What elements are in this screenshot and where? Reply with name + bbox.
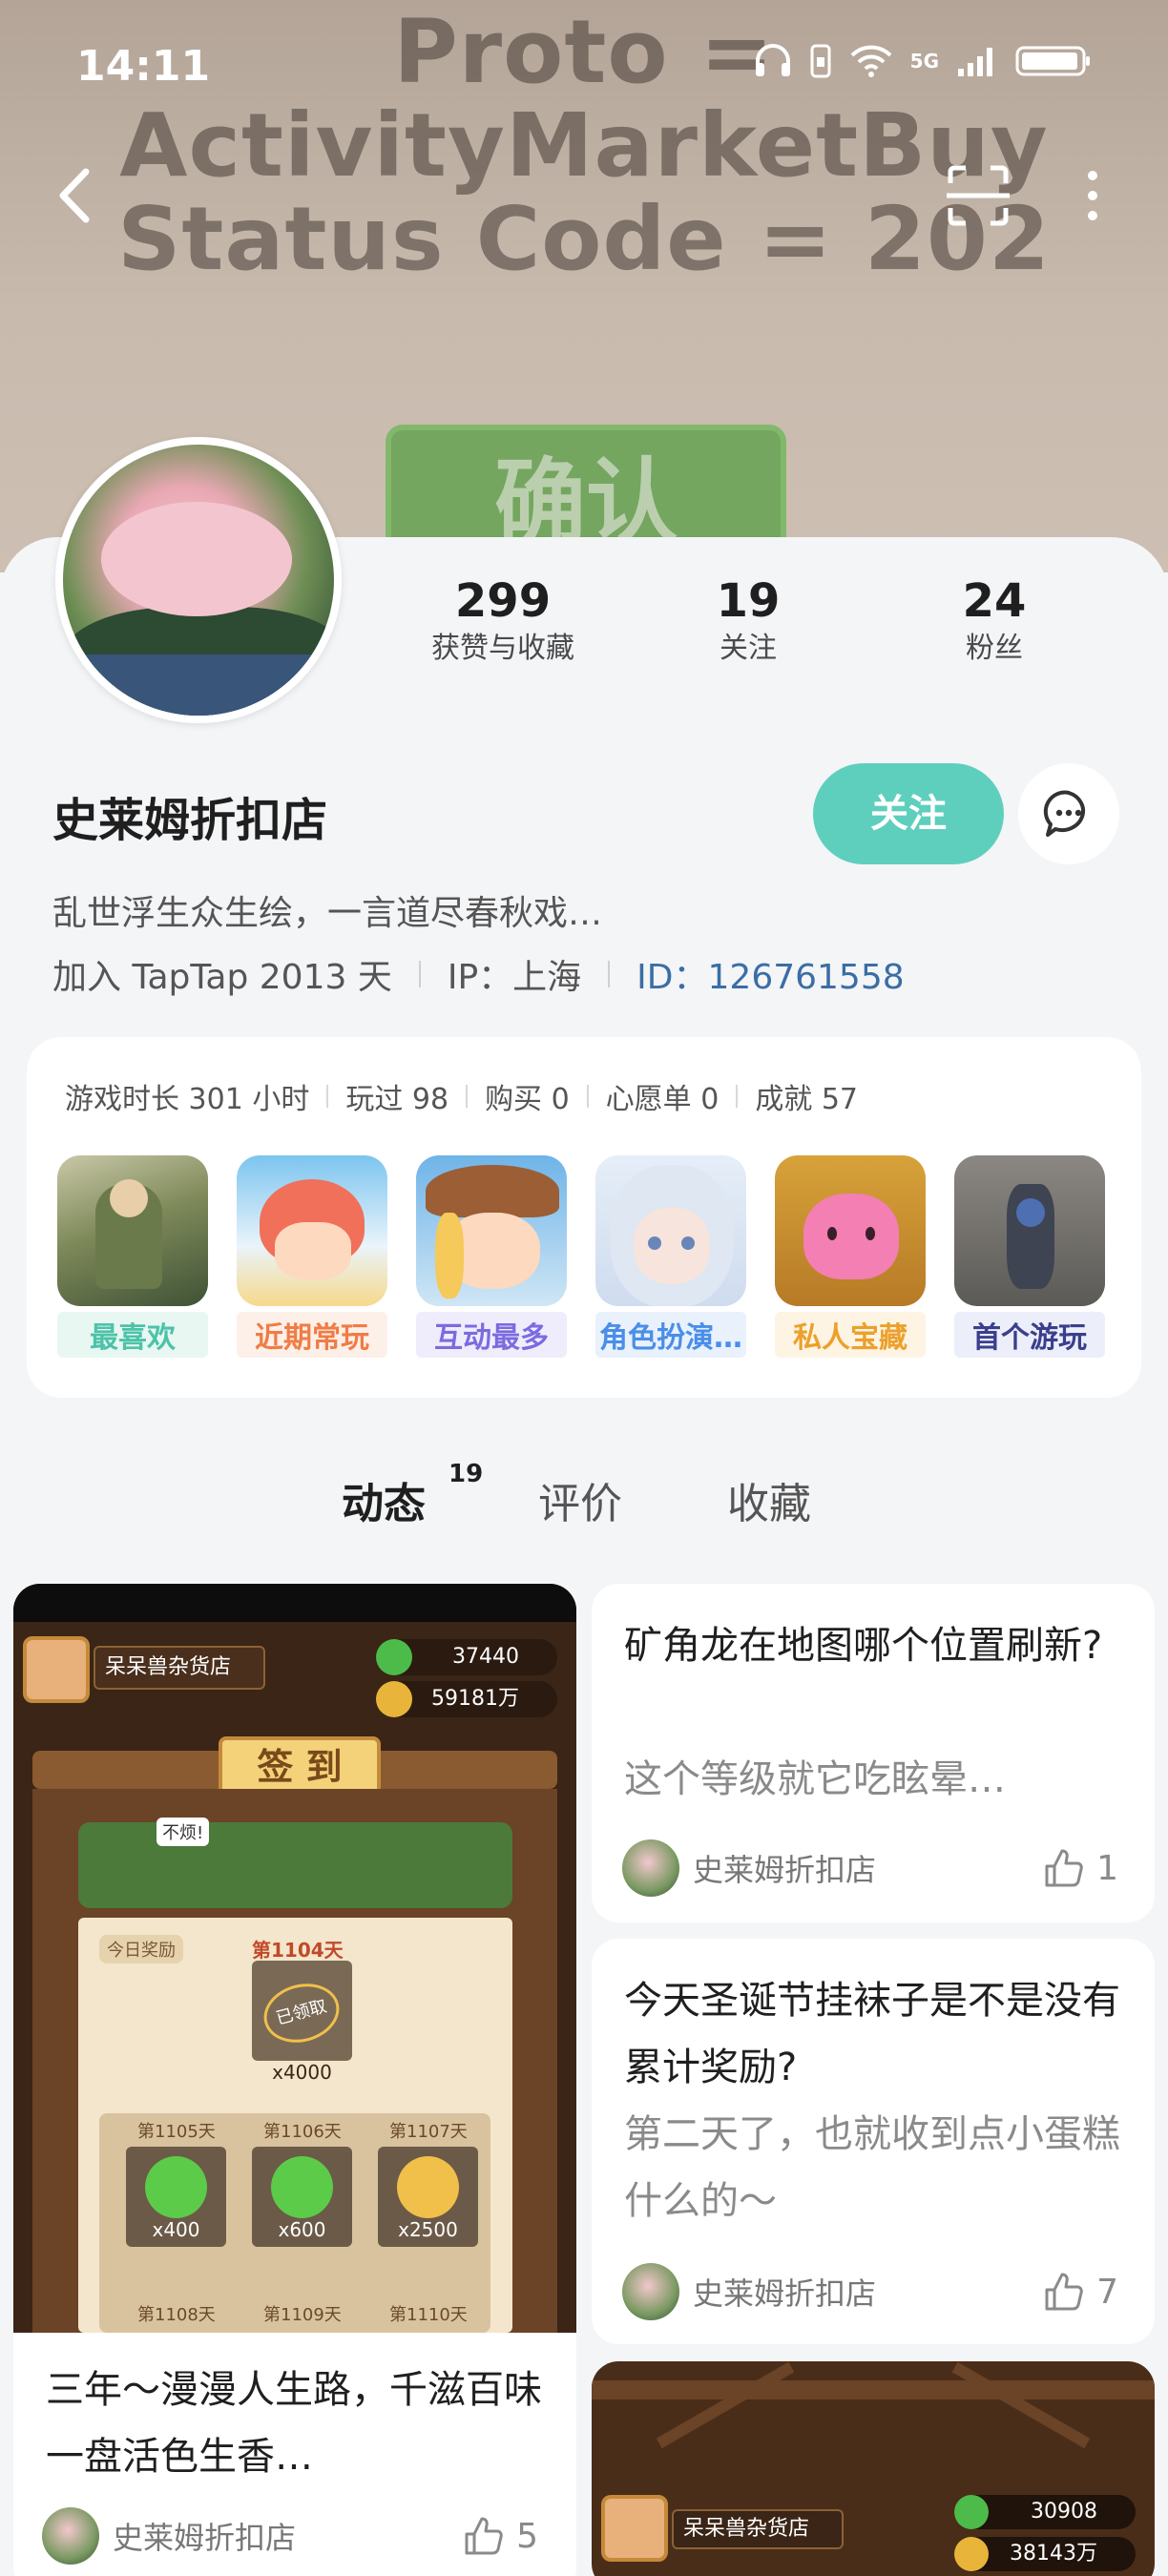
tab-count-badge: 19 — [448, 1460, 484, 1488]
day-label: 第1109天 — [263, 2305, 342, 2325]
day-label: 第1105天 — [137, 2122, 216, 2142]
author-avatar[interactable] — [42, 2507, 99, 2565]
today-amount: x4000 — [272, 2061, 332, 2084]
purchased-count: 购买 0 — [485, 1083, 570, 1116]
tab-reviews[interactable]: 评价 — [538, 1469, 622, 1530]
shop-name: 呆呆兽杂货店 — [672, 2509, 844, 2549]
joined-days: 加入 TapTap 2013 天 — [52, 958, 392, 997]
like-button[interactable]: 7 — [1043, 2271, 1118, 2313]
vibrate-icon — [810, 44, 831, 78]
status-bar: 14:11 5G — [0, 36, 1168, 93]
game-thumbnail — [775, 1155, 926, 1306]
signal-icon — [958, 48, 992, 76]
headphones-icon — [755, 44, 790, 76]
like-button[interactable]: 5 — [463, 2515, 538, 2557]
feed-post[interactable]: 今天圣诞节挂袜子是不是没有累计奖励? 第二天了，也就收到点小蛋糕什么的～ 史莱姆… — [592, 1939, 1155, 2344]
scan-button[interactable] — [945, 162, 1012, 229]
post-image: 呆呆兽杂货店 30908 38143万 — [592, 2361, 1155, 2576]
like-count: 1 — [1096, 1848, 1118, 1888]
ip-location: IP：上海 — [447, 958, 582, 997]
game-interactive[interactable]: 互动最多 — [416, 1155, 567, 1358]
message-button[interactable] — [1018, 763, 1119, 864]
thumbs-up-icon — [1045, 1849, 1083, 1887]
shop-name: 呆呆兽杂货店 — [94, 1646, 265, 1690]
tab-favorites[interactable]: 收藏 — [727, 1469, 811, 1530]
scan-icon — [947, 165, 1010, 226]
day-label: 第1106天 — [263, 2122, 342, 2142]
back-button[interactable] — [48, 162, 105, 229]
follow-button[interactable]: 关注 — [813, 763, 1004, 864]
game-thumbnail — [416, 1155, 567, 1306]
wifi-icon — [850, 45, 892, 77]
game-thumbnail — [954, 1155, 1105, 1306]
game-treasure[interactable]: 私人宝藏 — [775, 1155, 926, 1358]
day-label: 第1107天 — [389, 2122, 468, 2142]
network-type: 5G — [909, 50, 939, 73]
game-thumbnail — [57, 1155, 208, 1306]
reward-amount: x400 — [152, 2218, 200, 2241]
username: 史莱姆折扣店 — [52, 794, 328, 847]
game-tag: 近期常玩 — [237, 1312, 387, 1358]
chevron-left-icon — [59, 168, 90, 223]
game-favorite[interactable]: 最喜欢 — [57, 1155, 208, 1358]
stat-following[interactable]: 19 关注 — [624, 572, 872, 668]
post-title: 三年～漫漫人生路，千滋百味一盘活色生香… — [46, 2368, 542, 2479]
author-avatar[interactable] — [622, 1839, 679, 1897]
profile-meta: 加入 TapTap 2013 天 IP：上海 ID：126761558 — [52, 949, 905, 999]
day-label: 第1108天 — [137, 2305, 216, 2325]
like-count: 7 — [1096, 2272, 1118, 2312]
feed-post[interactable]: 呆呆兽杂货店 30908 38143万 — [592, 2361, 1155, 2576]
post-excerpt: 第二天了，也就收到点小蛋糕什么的～ — [624, 2112, 1120, 2223]
avatar[interactable] — [55, 437, 342, 723]
game-tag: 最喜欢 — [57, 1312, 208, 1358]
post-excerpt: 这个等级就它吃眩晕… — [624, 1757, 1006, 1801]
author-name[interactable]: 史莱姆折扣店 — [113, 2514, 296, 2558]
play-time: 游戏时长 301 小时 — [65, 1083, 310, 1116]
game-thumbnail — [595, 1155, 746, 1306]
more-button[interactable] — [1069, 162, 1116, 229]
content-tabs: 动态 19 评价 收藏 — [0, 1460, 1168, 1546]
post-image: 呆呆兽杂货店 37440 59181万 签 到 不烦! 今日奖励 第1104天 … — [13, 1584, 576, 2333]
game-first[interactable]: 首个游玩 — [954, 1155, 1105, 1358]
game-thumbnail — [237, 1155, 387, 1306]
game-tag: 角色扮演… — [595, 1312, 746, 1358]
stat-likes[interactable]: 299 获赞与收藏 — [379, 572, 627, 668]
like-count: 5 — [516, 2516, 538, 2556]
game-tag: 私人宝藏 — [775, 1312, 926, 1358]
author-name[interactable]: 史莱姆折扣店 — [693, 1846, 876, 1890]
status-time: 14:11 — [76, 42, 211, 91]
tab-moments[interactable]: 动态 19 — [342, 1460, 483, 1530]
today-day: 第1104天 — [252, 1939, 344, 1962]
wishlist-count: 心愿单 0 — [605, 1083, 720, 1116]
played-count: 玩过 98 — [345, 1083, 449, 1116]
reward-amount: x2500 — [398, 2218, 458, 2241]
author-name[interactable]: 史莱姆折扣店 — [693, 2270, 876, 2314]
thumbs-up-icon — [1045, 2273, 1083, 2311]
profile-bio: 乱世浮生众生绘，一言道尽春秋戏… — [52, 894, 603, 933]
game-recent[interactable]: 近期常玩 — [237, 1155, 387, 1358]
featured-games: 最喜欢 近期常玩 互动最多 角色扮演… 私人宝藏 首个游玩 — [57, 1155, 1105, 1358]
feed-post[interactable]: 矿角龙在地图哪个位置刷新? 这个等级就它吃眩晕… 史莱姆折扣店 1 — [592, 1584, 1155, 1922]
feed-post[interactable]: 呆呆兽杂货店 37440 59181万 签 到 不烦! 今日奖励 第1104天 … — [13, 1584, 576, 2576]
day-label: 第1110天 — [389, 2305, 468, 2325]
battery-icon — [1015, 46, 1090, 76]
author-avatar[interactable] — [622, 2263, 679, 2320]
chat-bubble-icon — [1043, 790, 1086, 837]
post-title: 矿角龙在地图哪个位置刷新? — [624, 1624, 1103, 1668]
post-title: 今天圣诞节挂袜子是不是没有累计奖励? — [624, 1979, 1120, 2089]
game-stats-row[interactable]: 游戏时长 301 小时 玩过 98 购买 0 心愿单 0 成就 57 — [65, 1075, 858, 1117]
game-panel: 游戏时长 301 小时 玩过 98 购买 0 心愿单 0 成就 57 最喜欢 近… — [27, 1037, 1141, 1398]
more-vertical-icon — [1088, 171, 1097, 220]
today-reward-label: 今日奖励 — [99, 1935, 183, 1963]
achievement-count: 成就 57 — [755, 1083, 859, 1116]
stat-followers[interactable]: 24 粉丝 — [870, 572, 1118, 668]
thumbs-up-icon — [465, 2517, 503, 2555]
user-id[interactable]: ID：126761558 — [636, 949, 904, 999]
game-tag: 首个游玩 — [954, 1312, 1105, 1358]
like-button[interactable]: 1 — [1043, 1847, 1118, 1889]
speech-bubble: 不烦! — [156, 1818, 210, 1846]
game-tag: 互动最多 — [416, 1312, 567, 1358]
game-rpg[interactable]: 角色扮演… — [595, 1155, 746, 1358]
reward-amount: x600 — [278, 2218, 326, 2241]
